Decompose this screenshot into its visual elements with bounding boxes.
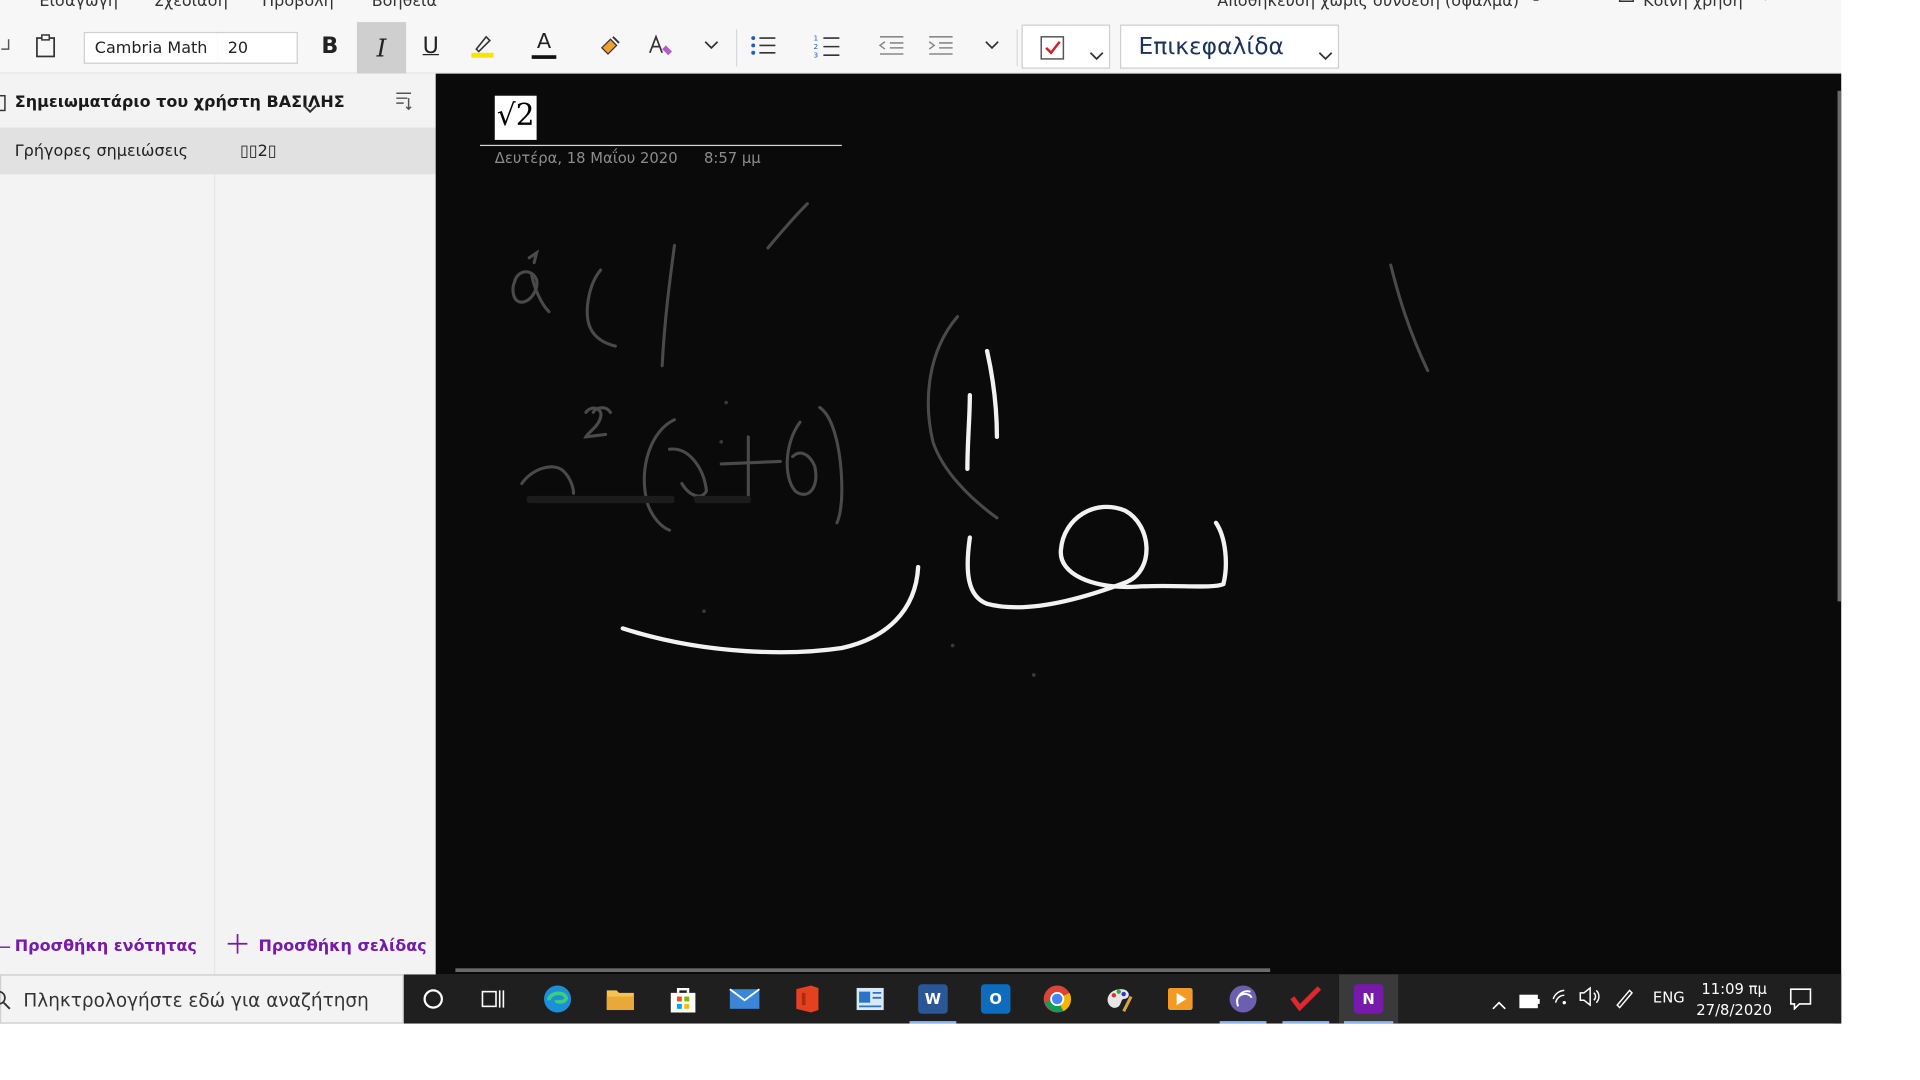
office-icon[interactable] [779, 974, 836, 1023]
outlook-news-icon[interactable] [842, 974, 899, 1023]
onenote-window: Εισαγωγή Σχεδίαση Προβολή Βοήθεια Αποθήκ… [0, 0, 1920, 1080]
increase-indent-icon[interactable] [921, 22, 960, 69]
add-page-label: Προσθήκη σελίδας [258, 937, 427, 957]
share-icon[interactable] [1617, 0, 1637, 15]
italic-button[interactable]: I [356, 22, 407, 74]
font-name-input[interactable]: Cambria Math [83, 31, 220, 64]
notifications-icon[interactable] [1789, 988, 1812, 1015]
media-player-icon[interactable] [1152, 974, 1209, 1023]
clock-time: 11:09 πμ [1701, 980, 1767, 998]
plus-icon: − [0, 938, 12, 958]
ink-dots [702, 400, 1036, 677]
font-color-button[interactable]: A [524, 22, 563, 69]
search-placeholder: Πληκτρολογήστε εδώ για αναζήτηση [23, 989, 369, 1012]
clipboard-icon[interactable] [27, 22, 64, 69]
highlight-color-swatch [471, 52, 494, 58]
svg-text:3: 3 [814, 51, 819, 58]
wifi-icon[interactable] [1552, 987, 1572, 1012]
onenote-icon[interactable]: N [1339, 974, 1399, 1024]
highlighter-icon[interactable] [463, 22, 502, 69]
outlook-icon[interactable]: O [967, 974, 1024, 1023]
add-section-label: Προσθήκη ενότητας [14, 937, 197, 957]
windows-taskbar: Πληκτρολογήστε εδώ για αναζήτηση W O N E… [0, 974, 1842, 1024]
faint-ink-strokes [511, 202, 1430, 532]
font-color-swatch [531, 55, 557, 59]
page-item[interactable]: ▯▯2▯ [215, 127, 436, 175]
clear-formatting-icon[interactable] [640, 22, 679, 69]
chevron-down-icon[interactable] [975, 22, 1009, 69]
style-dropdown[interactable]: Επικεφαλίδα [1119, 24, 1340, 69]
check-app-icon[interactable] [1278, 974, 1335, 1024]
bullet-list-icon[interactable] [743, 22, 782, 69]
plus-icon [226, 933, 248, 960]
share-button[interactable]: Κοινή χρήση [1643, 0, 1743, 11]
add-page-button[interactable]: Προσθήκη σελίδας [215, 920, 435, 974]
search-icon [0, 990, 11, 1015]
pen-icon[interactable] [1614, 987, 1636, 1014]
clock[interactable]: 11:09 πμ 27/8/2020 [1691, 979, 1777, 1021]
save-status: Αποθήκευση χωρίς σύνδεση (σφάλμα) [1217, 0, 1519, 12]
volume-icon[interactable] [1579, 986, 1601, 1012]
horizontal-scrollbar[interactable] [455, 968, 1271, 972]
lightbulb-icon[interactable] [1526, 0, 1546, 15]
clock-date: 27/8/2020 [1696, 1001, 1773, 1019]
notebook-header: Σημειωματάριο του χρήστη ΒΑΣΙΛΗΣ [0, 73, 436, 128]
paint-icon[interactable] [1090, 974, 1147, 1023]
section-item[interactable]: Γρήγορες σημειώσεις [0, 127, 216, 175]
chevron-down-icon [1318, 43, 1333, 66]
decrease-indent-icon[interactable] [871, 22, 910, 69]
ribbon-tabs: Εισαγωγή Σχεδίαση Προβολή Βοήθεια Αποθήκ… [0, 0, 1842, 18]
notebook-selector[interactable]: Σημειωματάριο του χρήστη ΒΑΣΙΛΗΣ [15, 93, 345, 111]
checkbox-checked-icon [1040, 36, 1065, 65]
font-size-input[interactable]: 20 [217, 31, 298, 64]
todo-tag-dropdown[interactable] [1021, 24, 1111, 69]
toolbar-divider [1016, 29, 1018, 67]
tab-help[interactable]: Βοήθεια [372, 0, 437, 11]
sort-icon[interactable] [394, 91, 414, 116]
chevron-down-icon[interactable] [694, 22, 728, 69]
word-icon[interactable]: W [905, 974, 962, 1024]
notebook-icon [0, 93, 7, 116]
ink-drawing[interactable] [436, 74, 1842, 975]
toolbar-divider [735, 29, 738, 67]
chevron-up-icon[interactable] [1492, 992, 1507, 1015]
page-canvas[interactable]: √2 Δευτέρα, 18 Μαΐου 2020 8:57 μμ [435, 73, 1842, 975]
faint-ink-text [526, 495, 751, 504]
chevron-down-icon[interactable] [303, 96, 318, 119]
bold-button[interactable]: B [310, 22, 349, 69]
tab-view[interactable]: Προβολή [262, 0, 334, 11]
task-view-icon[interactable] [465, 974, 522, 1023]
cortana-icon[interactable] [405, 974, 462, 1023]
edge-icon[interactable] [529, 974, 586, 1023]
mail-icon[interactable] [716, 974, 773, 1023]
torrent-icon[interactable] [1215, 974, 1272, 1024]
store-icon[interactable] [655, 974, 712, 1023]
bell-icon[interactable] [1573, 0, 1593, 15]
battery-icon[interactable] [1519, 990, 1541, 1013]
more-icon[interactable]: ··· [1807, 0, 1826, 9]
underline-button[interactable]: U [411, 22, 450, 69]
numbered-list-icon[interactable]: 123 [807, 22, 846, 69]
show-desktop-button[interactable] [1833, 974, 1842, 1024]
page-label: ▯▯2▯ [239, 142, 277, 161]
undo-icon[interactable] [0, 22, 12, 69]
font-color-letter: A [536, 29, 552, 54]
add-section-button[interactable]: − Προσθήκη ενότητας [0, 920, 215, 974]
pages-pane: ▯▯2▯ [215, 127, 436, 975]
taskbar-search-box[interactable]: Πληκτρολογήστε εδώ για αναζήτηση [0, 974, 404, 1024]
language-indicator[interactable]: ENG [1653, 989, 1685, 1006]
chrome-icon[interactable] [1029, 974, 1086, 1023]
vertical-scrollbar[interactable] [1837, 90, 1842, 602]
tab-draw[interactable]: Σχεδίαση [154, 0, 228, 11]
section-label: Γρήγορες σημειώσεις [14, 142, 189, 161]
expand-icon[interactable] [1762, 0, 1779, 12]
sections-pane: Γρήγορες σημειώσεις [0, 127, 216, 975]
home-toolbar: Cambria Math 20 B I U A 123 Επικεφαλίδα [0, 17, 1842, 74]
format-painter-icon[interactable] [591, 22, 630, 69]
tab-insert[interactable]: Εισαγωγή [39, 0, 118, 11]
style-label: Επικεφαλίδα [1138, 33, 1284, 61]
chevron-down-icon [1089, 43, 1104, 66]
file-explorer-icon[interactable] [592, 974, 649, 1023]
